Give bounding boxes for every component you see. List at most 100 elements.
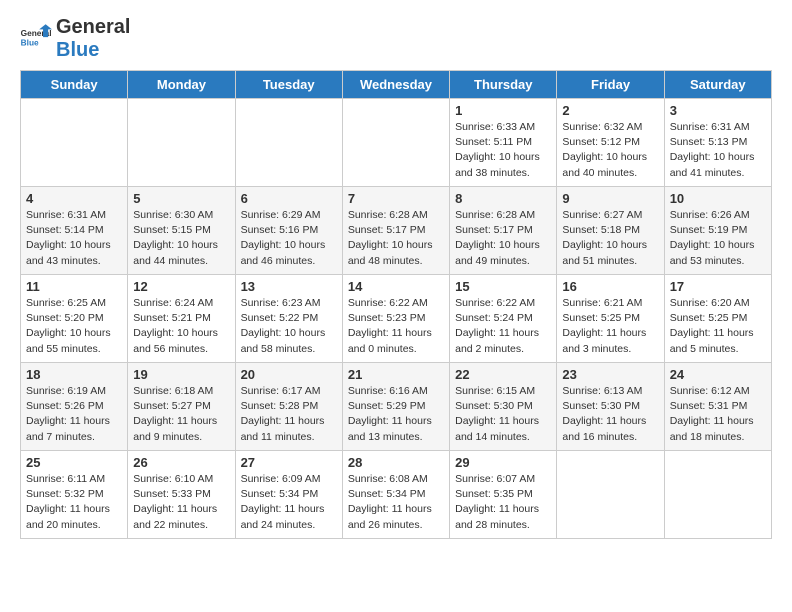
calendar-cell: 19 Sunrise: 6:18 AM Sunset: 5:27 PM Dayli…: [128, 363, 235, 451]
logo: General Blue General Blue: [20, 16, 130, 62]
calendar-cell: 25Sunrise: 6:11 AM Sunset: 5:32 PM Dayli…: [21, 451, 128, 539]
calendar-cell: 26 Sunrise: 6:10 AM Sunset: 5:33 PM Dayli…: [128, 451, 235, 539]
day-of-week-header: Wednesday: [342, 71, 449, 99]
day-number: 3: [670, 103, 766, 118]
calendar-body: 1 Sunrise: 6:33 AM Sunset: 5:11 PM Daylig…: [21, 99, 772, 539]
calendar-week-row: 4 Sunrise: 6:31 AM Sunset: 5:14 PM Daylig…: [21, 187, 772, 275]
day-number: 1: [455, 103, 551, 118]
calendar-cell: 7 Sunrise: 6:28 AM Sunset: 5:17 PM Daylig…: [342, 187, 449, 275]
calendar-week-row: 18 Sunrise: 6:19 AM Sunset: 5:26 PM Dayli…: [21, 363, 772, 451]
calendar-cell: [342, 99, 449, 187]
day-number: 27: [241, 455, 337, 470]
day-info: Sunrise: 6:32 AM Sunset: 5:12 PM Dayligh…: [562, 120, 658, 181]
calendar-cell: [21, 99, 128, 187]
calendar-cell: 20Sunrise: 6:17 AM Sunset: 5:28 PM Dayli…: [235, 363, 342, 451]
calendar-cell: 11Sunrise: 6:25 AM Sunset: 5:20 PM Dayli…: [21, 275, 128, 363]
calendar-cell: 5 Sunrise: 6:30 AM Sunset: 5:15 PM Daylig…: [128, 187, 235, 275]
calendar-cell: 16Sunrise: 6:21 AM Sunset: 5:25 PM Dayli…: [557, 275, 664, 363]
day-number: 24: [670, 367, 766, 382]
day-info: Sunrise: 6:11 AM Sunset: 5:32 PM Dayligh…: [26, 472, 122, 533]
calendar-cell: [128, 99, 235, 187]
day-info: Sunrise: 6:31 AM Sunset: 5:13 PM Dayligh…: [670, 120, 766, 181]
day-info: Sunrise: 6:17 AM Sunset: 5:28 PM Dayligh…: [241, 384, 337, 445]
day-number: 22: [455, 367, 551, 382]
day-info: Sunrise: 6:22 AM Sunset: 5:24 PM Dayligh…: [455, 296, 551, 357]
day-number: 7: [348, 191, 444, 206]
calendar-cell: 9 Sunrise: 6:27 AM Sunset: 5:18 PM Daylig…: [557, 187, 664, 275]
day-number: 15: [455, 279, 551, 294]
day-info: Sunrise: 6:24 AM Sunset: 5:21 PM Dayligh…: [133, 296, 229, 357]
day-of-week-header: Thursday: [450, 71, 557, 99]
day-number: 8: [455, 191, 551, 206]
calendar-cell: [557, 451, 664, 539]
day-info: Sunrise: 6:28 AM Sunset: 5:17 PM Dayligh…: [455, 208, 551, 269]
day-info: Sunrise: 6:30 AM Sunset: 5:15 PM Dayligh…: [133, 208, 229, 269]
day-number: 13: [241, 279, 337, 294]
day-number: 17: [670, 279, 766, 294]
day-info: Sunrise: 6:33 AM Sunset: 5:11 PM Dayligh…: [455, 120, 551, 181]
day-info: Sunrise: 6:27 AM Sunset: 5:18 PM Dayligh…: [562, 208, 658, 269]
calendar-cell: 15 Sunrise: 6:22 AM Sunset: 5:24 PM Dayli…: [450, 275, 557, 363]
day-info: Sunrise: 6:31 AM Sunset: 5:14 PM Dayligh…: [26, 208, 122, 269]
day-info: Sunrise: 6:09 AM Sunset: 5:34 PM Dayligh…: [241, 472, 337, 533]
day-info: Sunrise: 6:21 AM Sunset: 5:25 PM Dayligh…: [562, 296, 658, 357]
calendar-cell: 3 Sunrise: 6:31 AM Sunset: 5:13 PM Daylig…: [664, 99, 771, 187]
day-info: Sunrise: 6:29 AM Sunset: 5:16 PM Dayligh…: [241, 208, 337, 269]
calendar-cell: 14Sunrise: 6:22 AM Sunset: 5:23 PM Dayli…: [342, 275, 449, 363]
day-number: 14: [348, 279, 444, 294]
calendar-cell: 2 Sunrise: 6:32 AM Sunset: 5:12 PM Daylig…: [557, 99, 664, 187]
calendar-cell: 1 Sunrise: 6:33 AM Sunset: 5:11 PM Daylig…: [450, 99, 557, 187]
calendar-table: SundayMondayTuesdayWednesdayThursdayFrid…: [20, 70, 772, 539]
day-of-week-header: Saturday: [664, 71, 771, 99]
day-info: Sunrise: 6:16 AM Sunset: 5:29 PM Dayligh…: [348, 384, 444, 445]
day-info: Sunrise: 6:23 AM Sunset: 5:22 PM Dayligh…: [241, 296, 337, 357]
calendar-cell: 6 Sunrise: 6:29 AM Sunset: 5:16 PM Daylig…: [235, 187, 342, 275]
day-info: Sunrise: 6:19 AM Sunset: 5:26 PM Dayligh…: [26, 384, 122, 445]
day-info: Sunrise: 6:07 AM Sunset: 5:35 PM Dayligh…: [455, 472, 551, 533]
day-number: 4: [26, 191, 122, 206]
day-number: 5: [133, 191, 229, 206]
calendar-cell: 29 Sunrise: 6:07 AM Sunset: 5:35 PM Dayli…: [450, 451, 557, 539]
day-info: Sunrise: 6:28 AM Sunset: 5:17 PM Dayligh…: [348, 208, 444, 269]
day-number: 2: [562, 103, 658, 118]
day-info: Sunrise: 6:08 AM Sunset: 5:34 PM Dayligh…: [348, 472, 444, 533]
calendar-cell: 24 Sunrise: 6:12 AM Sunset: 5:31 PM Dayli…: [664, 363, 771, 451]
day-info: Sunrise: 6:10 AM Sunset: 5:33 PM Dayligh…: [133, 472, 229, 533]
page-header: General Blue General Blue: [20, 16, 772, 62]
logo-icon: General Blue: [20, 23, 52, 55]
calendar-cell: 21 Sunrise: 6:16 AM Sunset: 5:29 PM Dayli…: [342, 363, 449, 451]
day-number: 23: [562, 367, 658, 382]
calendar-week-row: 1 Sunrise: 6:33 AM Sunset: 5:11 PM Daylig…: [21, 99, 772, 187]
day-info: Sunrise: 6:25 AM Sunset: 5:20 PM Dayligh…: [26, 296, 122, 357]
day-info: Sunrise: 6:26 AM Sunset: 5:19 PM Dayligh…: [670, 208, 766, 269]
svg-text:Blue: Blue: [21, 37, 39, 47]
day-info: Sunrise: 6:13 AM Sunset: 5:30 PM Dayligh…: [562, 384, 658, 445]
day-info: Sunrise: 6:20 AM Sunset: 5:25 PM Dayligh…: [670, 296, 766, 357]
calendar-cell: 17 Sunrise: 6:20 AM Sunset: 5:25 PM Dayli…: [664, 275, 771, 363]
day-number: 12: [133, 279, 229, 294]
day-number: 10: [670, 191, 766, 206]
calendar-cell: 22 Sunrise: 6:15 AM Sunset: 5:30 PM Dayli…: [450, 363, 557, 451]
day-number: 28: [348, 455, 444, 470]
day-number: 6: [241, 191, 337, 206]
day-info: Sunrise: 6:18 AM Sunset: 5:27 PM Dayligh…: [133, 384, 229, 445]
calendar-cell: 23 Sunrise: 6:13 AM Sunset: 5:30 PM Dayli…: [557, 363, 664, 451]
day-number: 9: [562, 191, 658, 206]
calendar-cell: 4 Sunrise: 6:31 AM Sunset: 5:14 PM Daylig…: [21, 187, 128, 275]
logo-blue: Blue: [56, 39, 99, 61]
calendar-cell: 18 Sunrise: 6:19 AM Sunset: 5:26 PM Dayli…: [21, 363, 128, 451]
day-info: Sunrise: 6:15 AM Sunset: 5:30 PM Dayligh…: [455, 384, 551, 445]
day-number: 29: [455, 455, 551, 470]
day-number: 26: [133, 455, 229, 470]
day-number: 18: [26, 367, 122, 382]
calendar-cell: [664, 451, 771, 539]
calendar-cell: 8 Sunrise: 6:28 AM Sunset: 5:17 PM Daylig…: [450, 187, 557, 275]
day-info: Sunrise: 6:12 AM Sunset: 5:31 PM Dayligh…: [670, 384, 766, 445]
calendar-cell: 28 Sunrise: 6:08 AM Sunset: 5:34 PM Dayli…: [342, 451, 449, 539]
calendar-cell: [235, 99, 342, 187]
logo-text-container: General Blue: [56, 16, 130, 62]
calendar-cell: 12 Sunrise: 6:24 AM Sunset: 5:21 PM Dayli…: [128, 275, 235, 363]
day-number: 19: [133, 367, 229, 382]
calendar-cell: 27 Sunrise: 6:09 AM Sunset: 5:34 PM Dayli…: [235, 451, 342, 539]
day-number: 21: [348, 367, 444, 382]
